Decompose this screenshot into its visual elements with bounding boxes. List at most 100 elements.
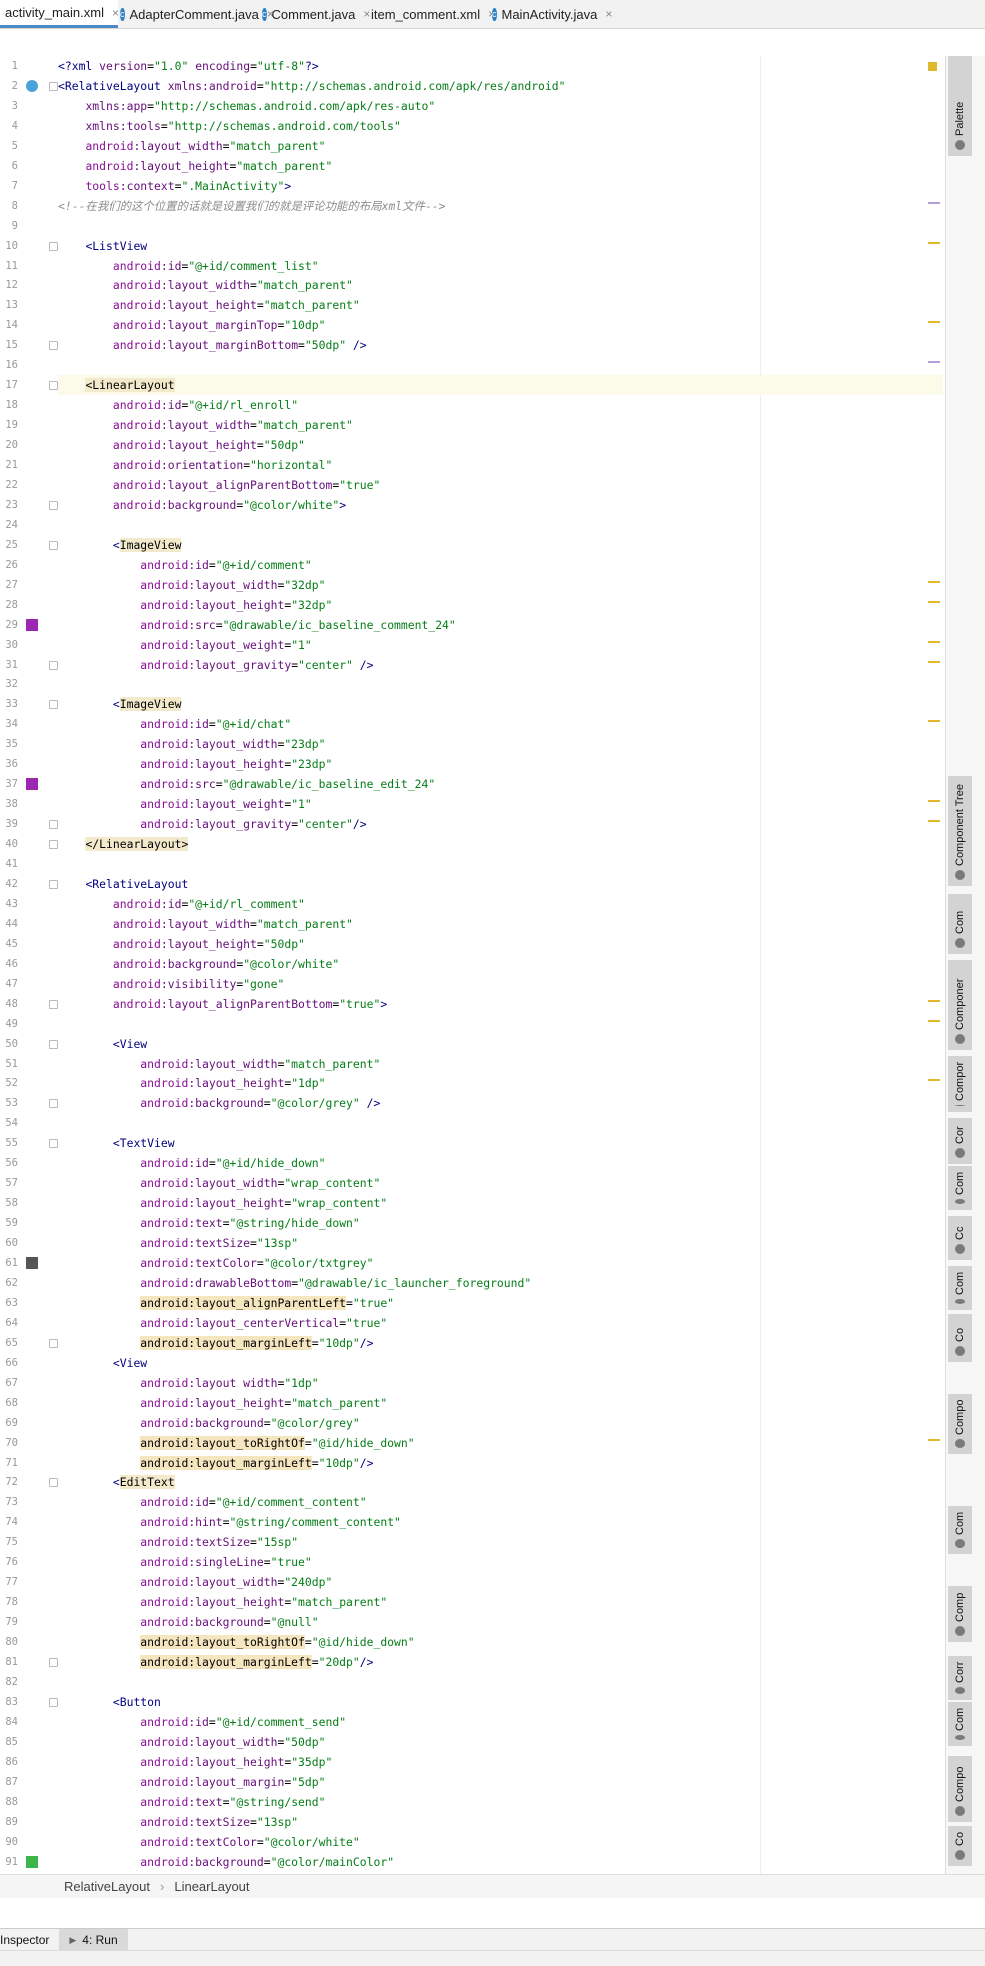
code-line[interactable]: android:layout_alignParentBottom="true">: [58, 994, 943, 1014]
code-line[interactable]: <LinearLayout: [58, 375, 943, 395]
code-line[interactable]: <ImageView: [58, 694, 943, 714]
code-line[interactable]: android:layout_width="match_parent": [58, 914, 943, 934]
warning-marker[interactable]: [928, 800, 940, 802]
code-line[interactable]: android:layout_width="wrap_content": [58, 1173, 943, 1193]
fold-marker-icon[interactable]: [49, 1478, 58, 1487]
code-line[interactable]: android:background="@color/white">: [58, 495, 943, 515]
fold-marker-icon[interactable]: [49, 1040, 58, 1049]
warning-marker[interactable]: [928, 720, 940, 722]
code-line[interactable]: [58, 515, 943, 535]
code-line[interactable]: <!--在我们的这个位置的话就是设置我们的就是评论功能的布局xml文件-->: [58, 196, 943, 216]
code-line[interactable]: android:orientation="horizontal": [58, 455, 943, 475]
code-line[interactable]: android:layout_height="match_parent": [58, 295, 943, 315]
code-line[interactable]: [58, 1014, 943, 1034]
code-line[interactable]: <?xml version="1.0" encoding="utf-8"?>: [58, 56, 943, 76]
warning-marker[interactable]: [928, 661, 940, 663]
close-icon[interactable]: ×: [605, 7, 612, 21]
code-line[interactable]: android:layout_height="match_parent": [58, 1393, 943, 1413]
code-line[interactable]: android:layout_marginLeft="20dp"/>: [58, 1652, 943, 1672]
code-line[interactable]: <View: [58, 1034, 943, 1054]
code-line[interactable]: android:singleLine="true": [58, 1552, 943, 1572]
code-line[interactable]: android:id="@+id/rl_enroll": [58, 395, 943, 415]
code-line[interactable]: </LinearLayout>: [58, 834, 943, 854]
side-tool-tab[interactable]: Cor: [948, 1118, 972, 1164]
code-line[interactable]: android:textSize="13sp": [58, 1812, 943, 1832]
warning-marker[interactable]: [928, 62, 937, 71]
code-line[interactable]: [58, 1672, 943, 1692]
code-line[interactable]: android:layout_alignParentBottom="true": [58, 475, 943, 495]
code-line[interactable]: xmlns:app="http://schemas.android.com/ap…: [58, 96, 943, 116]
code-line[interactable]: <TextView: [58, 1133, 943, 1153]
warning-marker[interactable]: [928, 202, 940, 204]
fold-marker-icon[interactable]: [49, 880, 58, 889]
code-line[interactable]: android:id="@+id/comment_list": [58, 256, 943, 276]
code-line[interactable]: android:layout_marginLeft="10dp"/>: [58, 1453, 943, 1473]
close-icon[interactable]: ×: [112, 6, 119, 20]
code-line[interactable]: android:hint="@string/comment_content": [58, 1512, 943, 1532]
code-line[interactable]: <ImageView: [58, 535, 943, 555]
tab-activity_main-xml[interactable]: activity_main.xml ×: [0, 0, 119, 28]
code-line[interactable]: [58, 355, 943, 375]
code-editor[interactable]: 1 2 3 4 5 6 7 8 9 10 11 12 13 14 15 16 17 18 19 20 21 22 23 24 2…: [0, 56, 945, 1874]
code-line[interactable]: android:layout_height="wrap_content": [58, 1193, 943, 1213]
tab-adaptercomment-java[interactable]: c AdapterComment.java ×: [120, 0, 274, 28]
fold-marker-icon[interactable]: [49, 1339, 58, 1348]
class-reference-icon[interactable]: [26, 80, 38, 92]
code-line[interactable]: android:background="@color/white": [58, 954, 943, 974]
code-line[interactable]: android:id="@+id/comment_send": [58, 1712, 943, 1732]
side-tool-tab[interactable]: Com: [948, 1166, 972, 1210]
code-line[interactable]: android:layout_marginBottom="50dp" />: [58, 335, 943, 355]
fold-marker-icon[interactable]: [49, 242, 58, 251]
warning-marker[interactable]: [928, 1020, 940, 1022]
code-line[interactable]: android:text="@string/send": [58, 1792, 943, 1812]
side-tool-tab[interactable]: Co: [948, 1314, 972, 1362]
code-line[interactable]: [58, 216, 943, 236]
code-line[interactable]: android:layout_weight="1": [58, 794, 943, 814]
side-tool-tab[interactable]: Com: [948, 1506, 972, 1554]
code-line[interactable]: android:background="@color/grey" />: [58, 1093, 943, 1113]
code-line[interactable]: <RelativeLayout: [58, 874, 943, 894]
code-line[interactable]: android:layout_weight="1": [58, 635, 943, 655]
code-line[interactable]: android:id="@+id/comment": [58, 555, 943, 575]
code-line[interactable]: android:layout_width="240dp": [58, 1572, 943, 1592]
side-tool-tab[interactable]: Compor: [948, 1056, 972, 1112]
code-line[interactable]: android:id="@+id/chat": [58, 714, 943, 734]
fold-marker-icon[interactable]: [49, 341, 58, 350]
fold-marker-icon[interactable]: [49, 820, 58, 829]
code-line[interactable]: android:layout_height="23dp": [58, 754, 943, 774]
code-line[interactable]: android:layout_height="50dp": [58, 435, 943, 455]
code-line[interactable]: android:layout_height="50dp": [58, 934, 943, 954]
warning-marker[interactable]: [928, 242, 940, 244]
code-line[interactable]: android:background="@color/mainColor": [58, 1852, 943, 1872]
code-line[interactable]: tools:context=".MainActivity">: [58, 176, 943, 196]
code-line[interactable]: android:layout_width="match_parent": [58, 275, 943, 295]
code-line[interactable]: android:drawableBottom="@drawable/ic_lau…: [58, 1273, 943, 1293]
code-line[interactable]: android:layout width="1dp": [58, 1373, 943, 1393]
code-line[interactable]: android:layout_height="match_parent": [58, 1592, 943, 1612]
warning-marker[interactable]: [928, 1000, 940, 1002]
side-tool-tab[interactable]: Component Tree: [948, 776, 972, 886]
code-line[interactable]: android:layout_height="1dp": [58, 1073, 943, 1093]
warning-marker[interactable]: [928, 820, 940, 822]
code-line[interactable]: android:layout_gravity="center"/>: [58, 814, 943, 834]
code-line[interactable]: android:layout_margin="5dp": [58, 1772, 943, 1792]
warning-marker[interactable]: [928, 1079, 940, 1081]
code-line[interactable]: android:background="@color/grey": [58, 1413, 943, 1433]
code-line[interactable]: <ListView: [58, 236, 943, 256]
code-line[interactable]: android:layout_height="35dp": [58, 1752, 943, 1772]
code-line[interactable]: android:src="@drawable/ic_baseline_comme…: [58, 615, 943, 635]
code-line[interactable]: android:layout_toRightOf="@id/hide_down": [58, 1433, 943, 1453]
code-line[interactable]: <View: [58, 1353, 943, 1373]
tab-comment-java[interactable]: c Comment.java ×: [262, 0, 370, 28]
comment-drawable-icon[interactable]: [26, 619, 38, 631]
code-line[interactable]: android:layout_toRightOf="@id/hide_down": [58, 1632, 943, 1652]
breadcrumb-item[interactable]: RelativeLayout: [64, 1879, 150, 1894]
side-tool-tab[interactable]: Cc: [948, 1216, 972, 1260]
code-line[interactable]: android:layout_width="23dp": [58, 734, 943, 754]
code-line[interactable]: android:id="@+id/rl_comment": [58, 894, 943, 914]
code-line[interactable]: android:textSize="13sp": [58, 1233, 943, 1253]
code-line[interactable]: android:src="@drawable/ic_baseline_edit_…: [58, 774, 943, 794]
warning-marker[interactable]: [928, 601, 940, 603]
breadcrumb-item[interactable]: LinearLayout: [174, 1879, 249, 1894]
code-line[interactable]: [58, 1113, 943, 1133]
